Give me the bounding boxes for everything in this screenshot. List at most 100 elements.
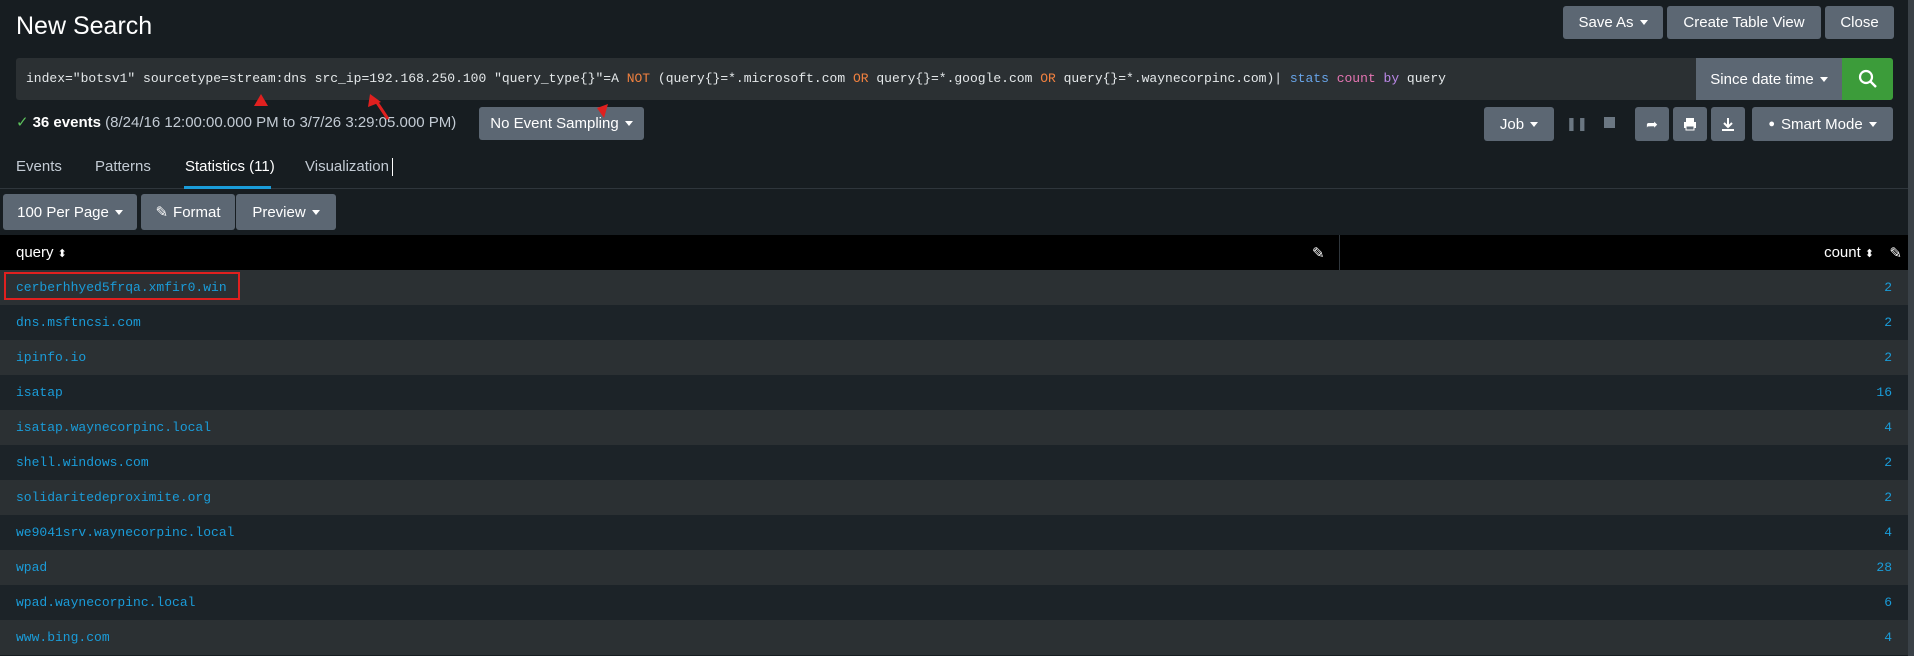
column-label: count: [1824, 244, 1861, 261]
results-tabs: Events Patterns Statistics (11) Visualiz…: [0, 150, 1914, 189]
search-token: count: [1336, 71, 1376, 86]
table-row: ipinfo.io 2: [0, 340, 1914, 375]
chevron-down-icon: [1868, 121, 1877, 127]
arrow-icon: [254, 94, 268, 106]
annotation-arrows: [254, 94, 608, 120]
query-cell[interactable]: solidaritedeproximite.org: [16, 490, 211, 505]
save-as-label: Save As: [1578, 14, 1634, 31]
format-button[interactable]: ✎ Format: [141, 194, 235, 230]
edit-column-icon[interactable]: ✎: [1312, 244, 1325, 262]
count-cell[interactable]: 2: [1884, 455, 1892, 470]
search-token: by: [1383, 71, 1400, 86]
scrollbar[interactable]: [1908, 0, 1914, 656]
edit-column-icon[interactable]: ✎: [1889, 244, 1902, 262]
table-row: shell.windows.com 2: [0, 445, 1914, 480]
table-row: wpad 28: [0, 550, 1914, 585]
chevron-down-icon: [624, 121, 633, 126]
preview-label: Preview: [252, 203, 306, 221]
search-token: OR: [1040, 71, 1056, 86]
count-cell[interactable]: 2: [1884, 350, 1892, 365]
sort-icon[interactable]: ⬍: [58, 248, 67, 260]
search-token: OR: [852, 71, 869, 86]
tab-visualization[interactable]: Visualization: [305, 158, 389, 175]
search-token: NOT: [626, 71, 651, 86]
table-row: solidaritedeproximite.org 2: [0, 480, 1914, 515]
time-range-picker[interactable]: Since date time: [1696, 58, 1842, 100]
job-menu-button[interactable]: Job: [1484, 107, 1554, 141]
stop-icon[interactable]: [1604, 117, 1615, 128]
pencil-icon: ✎: [155, 204, 169, 221]
count-cell[interactable]: 6: [1884, 595, 1892, 610]
create-table-view-button[interactable]: Create Table View: [1667, 6, 1821, 39]
table-row: wpad.waynecorpinc.local 6: [0, 585, 1914, 620]
query-cell[interactable]: isatap: [16, 385, 63, 400]
search-icon: [1858, 69, 1877, 88]
table-row: we9041srv.waynecorpinc.local 4: [0, 515, 1914, 550]
query-cell[interactable]: shell.windows.com: [16, 455, 149, 470]
count-cell[interactable]: 16: [1876, 385, 1892, 400]
per-page-dropdown[interactable]: 100 Per Page: [3, 194, 137, 230]
column-header-query[interactable]: query ⬍: [16, 244, 67, 261]
active-tab-indicator: [184, 186, 271, 189]
table-row: dns.msftncsi.com 2: [0, 305, 1914, 340]
search-token: index="botsv1" sourcetype=stream:dns src…: [26, 71, 627, 86]
tab-statistics[interactable]: Statistics (11): [185, 158, 275, 175]
search-token: stats: [1289, 71, 1329, 86]
column-label: query: [16, 244, 54, 261]
chevron-down-icon: [311, 209, 320, 215]
query-cell[interactable]: www.bing.com: [16, 630, 110, 645]
query-cell[interactable]: ipinfo.io: [16, 350, 86, 365]
search-input[interactable]: index="botsv1" sourcetype=stream:dns src…: [26, 58, 1446, 100]
event-count: 36 events: [32, 114, 101, 131]
tab-events[interactable]: Events: [16, 158, 62, 175]
pause-icon[interactable]: ❚❚: [1566, 116, 1588, 132]
mode-label: Smart Mode: [1780, 115, 1863, 133]
count-cell[interactable]: 2: [1884, 315, 1892, 330]
count-cell[interactable]: 4: [1884, 630, 1892, 645]
arrow-icon: [597, 104, 608, 118]
query-cell[interactable]: dns.msftncsi.com: [16, 315, 141, 330]
tab-patterns[interactable]: Patterns: [95, 158, 151, 175]
count-cell[interactable]: 2: [1884, 280, 1892, 295]
sort-icon[interactable]: ⬍: [1865, 248, 1874, 260]
search-token: [1329, 71, 1337, 86]
chevron-down-icon: [1819, 76, 1828, 82]
search-token: (query{}=*.microsoft.com: [650, 71, 853, 86]
job-label: Job: [1499, 115, 1525, 133]
highlight-annotation: [4, 272, 240, 300]
table-row: cerberhhyed5frqa.xmfir0.win 2: [0, 270, 1914, 305]
chevron-down-icon: [1530, 121, 1539, 127]
search-token: query: [1399, 71, 1446, 86]
table-row: www.bing.com 4: [0, 620, 1914, 655]
print-button[interactable]: [1673, 107, 1707, 141]
per-page-label: 100 Per Page: [17, 203, 109, 221]
query-cell[interactable]: wpad.waynecorpinc.local: [16, 595, 195, 610]
time-range-label: Since date time: [1710, 70, 1814, 88]
count-cell[interactable]: 4: [1884, 525, 1892, 540]
bulb-icon: ●: [1768, 118, 1775, 130]
count-cell[interactable]: 4: [1884, 420, 1892, 435]
query-cell[interactable]: we9041srv.waynecorpinc.local: [16, 525, 234, 540]
count-cell[interactable]: 28: [1876, 560, 1892, 575]
chevron-down-icon: [114, 209, 123, 215]
format-label: Format: [173, 203, 221, 221]
share-button[interactable]: ➦: [1635, 107, 1669, 141]
download-icon: [1722, 118, 1734, 131]
search-button[interactable]: [1842, 58, 1893, 100]
save-as-button[interactable]: Save As: [1563, 6, 1663, 39]
search-token: [1376, 71, 1384, 86]
table-header: query ⬍ ✎ count ⬍ ✎: [0, 235, 1914, 270]
text-cursor: [392, 158, 393, 176]
count-cell[interactable]: 2: [1884, 490, 1892, 505]
share-icon: ➦: [1646, 115, 1658, 132]
export-button[interactable]: [1711, 107, 1745, 141]
column-header-count[interactable]: count ⬍: [1824, 244, 1874, 261]
table-row: isatap 16: [0, 375, 1914, 410]
query-cell[interactable]: isatap.waynecorpinc.local: [16, 420, 211, 435]
query-cell[interactable]: wpad: [16, 560, 47, 575]
table-row: isatap.waynecorpinc.local 4: [0, 410, 1914, 445]
close-button[interactable]: Close: [1825, 6, 1894, 39]
search-token: query{}=*.google.com: [868, 71, 1041, 86]
preview-dropdown[interactable]: Preview: [236, 194, 336, 230]
search-mode-dropdown[interactable]: ● Smart Mode: [1752, 107, 1893, 141]
